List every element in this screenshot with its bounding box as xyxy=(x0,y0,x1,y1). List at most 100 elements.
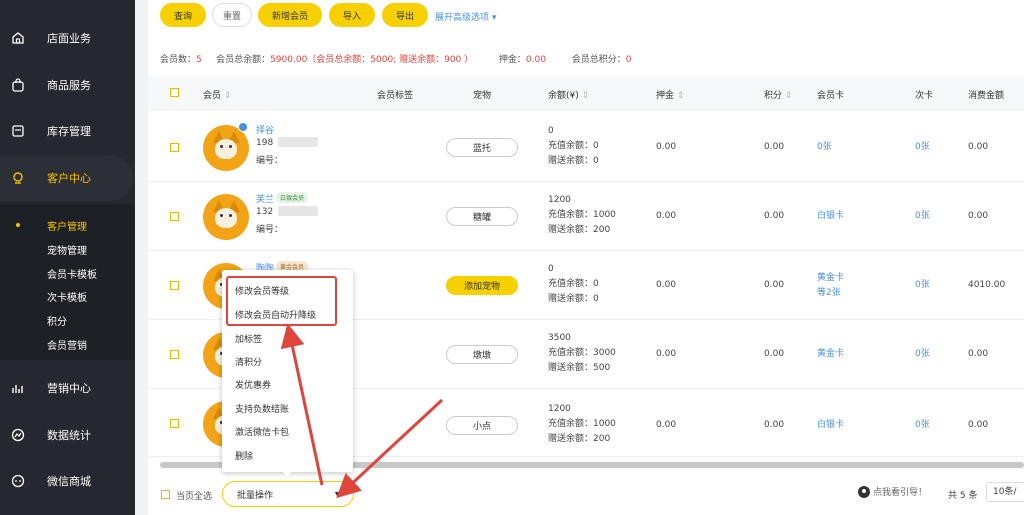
menu-item-clear-points[interactable]: 清积分 xyxy=(235,355,262,368)
th-points[interactable]: 积分 ⇕ xyxy=(764,88,792,101)
phone-mask xyxy=(278,206,318,216)
card-link[interactable]: 黄金卡 xyxy=(817,347,844,361)
nav-store-label: 店面业务 xyxy=(47,32,91,45)
card-link[interactable]: 黄金卡 xyxy=(817,271,844,285)
spend-cell: 0.00 xyxy=(968,420,989,430)
query-button[interactable]: 查询 xyxy=(160,3,206,27)
sort-icon: ⇕ xyxy=(581,91,590,101)
nav-store[interactable]: 店面业务 xyxy=(0,15,135,61)
menu-item-delete[interactable]: 删除 xyxy=(235,449,253,462)
member-name[interactable]: 择谷 xyxy=(256,123,274,136)
menu-item-wechat-card[interactable]: 激活微信卡包 xyxy=(235,425,289,438)
th-spend: 消费金额 xyxy=(968,91,1005,101)
th-pet: 宠物 xyxy=(473,91,492,101)
times-link[interactable]: 0张 xyxy=(915,209,930,223)
nav-inventory[interactable]: 库存管理 xyxy=(0,108,135,154)
balance-cell: 1200 充值余额：1000 赠送余额：200 xyxy=(548,402,616,447)
th-deposit-label: 押金 xyxy=(656,91,675,101)
add-pet-button[interactable]: 添加宠物 xyxy=(446,276,518,295)
pet-tag[interactable]: 糖罐 xyxy=(446,207,518,226)
menu-item-negative-checkout[interactable]: 支持负数结账 xyxy=(235,402,289,415)
menu-item-add-tag[interactable]: 加标签 xyxy=(235,332,262,345)
member-name[interactable]: 芙兰 xyxy=(256,192,274,205)
sub-points[interactable]: 积分 xyxy=(47,313,67,328)
row-checkbox[interactable] xyxy=(170,419,179,428)
balance-total: 1200 xyxy=(548,195,571,205)
times-link[interactable]: 0张 xyxy=(915,418,930,432)
pet-tag[interactable]: 小点 xyxy=(446,416,518,435)
count-label: 会员数： xyxy=(160,55,197,65)
card-link[interactable]: 白银卡 xyxy=(817,418,844,432)
times-link[interactable]: 0张 xyxy=(915,278,930,292)
nav-customer[interactable]: 客户中心 xyxy=(0,155,133,201)
menu-item-send-coupon[interactable]: 发优惠券 xyxy=(235,378,271,391)
sub-times-template[interactable]: 次卡模板 xyxy=(47,289,87,304)
points-label: 会员总积分： xyxy=(571,55,626,65)
row-checkbox[interactable] xyxy=(170,281,179,290)
advanced-options-link[interactable]: 展开高级选项 ▾ xyxy=(435,10,496,23)
pet-tag[interactable]: 墩墩 xyxy=(446,345,518,364)
export-button[interactable]: 导出 xyxy=(382,3,428,27)
header-checkbox[interactable] xyxy=(170,88,179,97)
deposit-cell: 0.00 xyxy=(656,420,677,430)
nav-stats-label: 数据统计 xyxy=(47,429,91,442)
sidebar: 店面业务 商品服务 库存管理 客户中心 客户管理 宠物管理 会员卡模板 次卡模板… xyxy=(0,0,135,515)
row-checkbox[interactable] xyxy=(170,212,179,221)
balance-gift: 赠送余额：200 xyxy=(548,225,611,235)
table-header: 会员 ⇕ 会员标签 宠物 余额(¥) ⇕ 押金 ⇕ 积分 ⇕ 会员卡 次卡 消费… xyxy=(148,76,1024,110)
th-points-label: 积分 xyxy=(764,91,783,101)
balance-gift: 赠送余额：200 xyxy=(548,434,611,444)
balance-cell: 0 充值余额：0 赠送余额：0 xyxy=(548,124,599,169)
store-icon xyxy=(10,30,26,46)
balance-cell: 1200 充值余额：1000 赠送余额：200 xyxy=(548,193,616,238)
import-button[interactable]: 导入 xyxy=(329,3,375,27)
add-member-button[interactable]: 新增会员 xyxy=(258,3,322,27)
nav-wechat[interactable]: 微信商城 xyxy=(0,458,135,504)
guide-link[interactable]: 点我看引导！ xyxy=(858,485,927,498)
batch-operation-select[interactable]: 批量操作 ▼ xyxy=(222,481,354,507)
nav-inventory-label: 库存管理 xyxy=(47,125,91,138)
pet-tag[interactable]: 蓝托 xyxy=(446,138,518,157)
balance-recharge: 充值余额：3000 xyxy=(548,348,616,358)
location-pin-icon xyxy=(858,485,870,498)
batch-operation-label: 批量操作 xyxy=(237,490,274,501)
spend-cell: 0.00 xyxy=(968,211,989,221)
reset-button[interactable]: 重置 xyxy=(212,3,252,27)
count-value: 5 xyxy=(196,55,202,65)
nav-marketing[interactable]: 营销中心 xyxy=(0,365,135,411)
level-badge: 白银会员 xyxy=(276,192,309,203)
th-balance[interactable]: 余额(¥) ⇕ xyxy=(548,88,589,101)
sub-member-marketing[interactable]: 会员营销 xyxy=(47,337,87,352)
menu-pointer xyxy=(280,469,294,476)
times-link[interactable]: 0张 xyxy=(915,140,930,154)
nav-goods[interactable]: 商品服务 xyxy=(0,62,135,108)
th-member[interactable]: 会员 ⇕ xyxy=(203,88,231,101)
highlight-box xyxy=(226,276,337,326)
sort-icon: ⇕ xyxy=(223,91,232,101)
select-all-checkbox[interactable] xyxy=(161,490,170,499)
th-member-label: 会员 xyxy=(203,91,222,101)
summary-stats: 会员数：5 会员总余额：5900.00（会员总余额：5000; 赠送余额：900… xyxy=(160,52,631,65)
points-cell: 0.00 xyxy=(764,420,785,430)
row-checkbox[interactable] xyxy=(170,350,179,359)
member-code: 编号： xyxy=(256,156,284,166)
deposit-cell: 0.00 xyxy=(656,211,677,221)
page-size-select[interactable]: 10条/页 xyxy=(986,482,1024,502)
times-link[interactable]: 0张 xyxy=(915,347,930,361)
row-checkbox[interactable] xyxy=(170,143,179,152)
bag-icon xyxy=(10,77,26,93)
balance-gift: 赠送余额：500 xyxy=(548,363,611,373)
nav-stats[interactable]: 数据统计 xyxy=(0,412,135,458)
sub-customer-manage[interactable]: 客户管理 xyxy=(47,218,87,233)
member-phone: 198 xyxy=(256,138,274,148)
sub-pet-manage[interactable]: 宠物管理 xyxy=(47,242,87,257)
balance-gift: 赠送余额：0 xyxy=(548,294,599,304)
table-row: 芙兰 白银会员 132 编号： 糖罐 1200 充值余额：1000 赠送余额：200… xyxy=(148,182,1024,251)
card-link[interactable]: 0张 xyxy=(817,140,832,154)
balance-label: 会员总余额： xyxy=(216,55,271,65)
sub-card-template[interactable]: 会员卡模板 xyxy=(47,266,97,281)
th-deposit[interactable]: 押金 ⇕ xyxy=(656,88,684,101)
card-link[interactable]: 白银卡 xyxy=(817,209,844,223)
deposit-cell: 0.00 xyxy=(656,142,677,152)
card-more-link[interactable]: 等2张 xyxy=(817,286,841,300)
